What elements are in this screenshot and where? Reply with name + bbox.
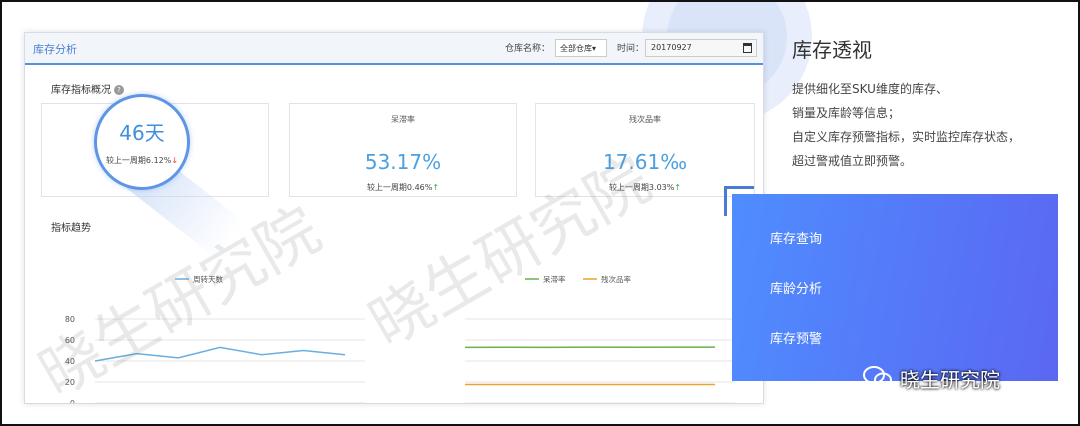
highlight-circle: 46天 较上一周期6.12%↓ <box>94 94 190 190</box>
turnover-days-value: 46天 <box>119 121 165 145</box>
wechat-icon <box>863 366 892 388</box>
panel-title: 库存分析 <box>33 43 77 56</box>
feature-nav-panel: 库存查询 库龄分析 库存预警 <box>732 194 1058 381</box>
overview-title-text: 库存指标概况 <box>51 85 111 96</box>
panel-header: 库存分析 仓库名称： 全部仓库▾ 时间： 20170927 <box>25 33 763 65</box>
feature-desc-line: 自定义库存预警指标，实时监控库存状态， <box>792 130 1021 144</box>
metric-card-slow-moving: 呆滞率 53.17% 较上一周期0.46%↑ <box>289 103 517 197</box>
brand-watermark: 晓生研究院 <box>900 368 1000 392</box>
y-tick-label: 80 <box>65 315 75 324</box>
series-line <box>94 346 346 362</box>
up-arrow-icon: ↑ <box>432 183 440 192</box>
legend-label: 残次品率 <box>601 274 631 284</box>
metric-change: 较上一周期3.03%↑ <box>536 182 754 193</box>
legend-label: 呆滞率 <box>543 274 566 284</box>
metric-change-text: 较上一周期0.46% <box>366 183 433 192</box>
y-tick-label: 40 <box>65 357 75 366</box>
down-arrow-icon: ↓ <box>171 156 179 165</box>
time-label: 时间： <box>617 44 645 54</box>
turnover-change-text: 较上一周期6.12% <box>105 156 172 165</box>
feature-desc-line: 销量及库龄等信息； <box>792 106 901 120</box>
up-arrow-icon: ↑ <box>674 183 682 192</box>
feature-desc-line: 超过警戒值立即预警。 <box>792 154 913 168</box>
metric-card-defect-rate: 残次品率 17.61‰ 较上一周期3.03%↑ <box>535 103 755 197</box>
y-tick-label: 60 <box>65 336 75 345</box>
legend-label: 周转天数 <box>193 274 223 284</box>
rate-trend-chart: 2017-09-212017-09-232017-09-252017-09-27… <box>464 274 735 403</box>
nav-item-inventory-query[interactable]: 库存查询 <box>770 228 822 247</box>
turnover-days-chart: 8060402002017-09-212017-09-232017-09-252… <box>65 274 365 403</box>
date-input[interactable]: 20170927 <box>645 39 757 57</box>
metric-value: 53.17% <box>364 150 442 174</box>
inventory-analysis-panel: 库存分析 仓库名称： 全部仓库▾ 时间： 20170927 库存指标概况? 呆滞… <box>24 32 764 404</box>
metric-value: 17.61‰ <box>602 150 688 174</box>
overview-title: 库存指标概况? <box>51 81 124 96</box>
help-icon[interactable]: ? <box>114 85 124 95</box>
date-value: 20170927 <box>651 43 692 52</box>
metric-label: 呆滞率 <box>391 115 415 124</box>
y-tick-label: 0 <box>70 399 75 403</box>
feature-title: 库存透视 <box>792 38 872 62</box>
metric-change-text: 较上一周期3.03% <box>608 183 675 192</box>
metric-label: 残次品率 <box>629 115 661 124</box>
screenshot-frame: 库存分析 仓库名称： 全部仓库▾ 时间： 20170927 库存指标概况? 呆滞… <box>0 0 1080 426</box>
nav-item-inventory-age[interactable]: 库龄分析 <box>770 278 822 297</box>
trend-title: 指标趋势 <box>51 223 91 234</box>
warehouse-label: 仓库名称： <box>505 44 551 54</box>
metric-change: 较上一周期0.46%↑ <box>290 182 516 193</box>
y-tick-label: 20 <box>65 378 75 387</box>
nav-item-inventory-alert[interactable]: 库存预警 <box>770 328 822 347</box>
calendar-icon[interactable] <box>743 43 752 53</box>
warehouse-select[interactable]: 全部仓库▾ <box>555 39 607 57</box>
feature-desc-line: 提供细化至SKU维度的库存、 <box>792 82 948 96</box>
turnover-days-change: 较上一周期6.12%↓ <box>97 155 187 166</box>
